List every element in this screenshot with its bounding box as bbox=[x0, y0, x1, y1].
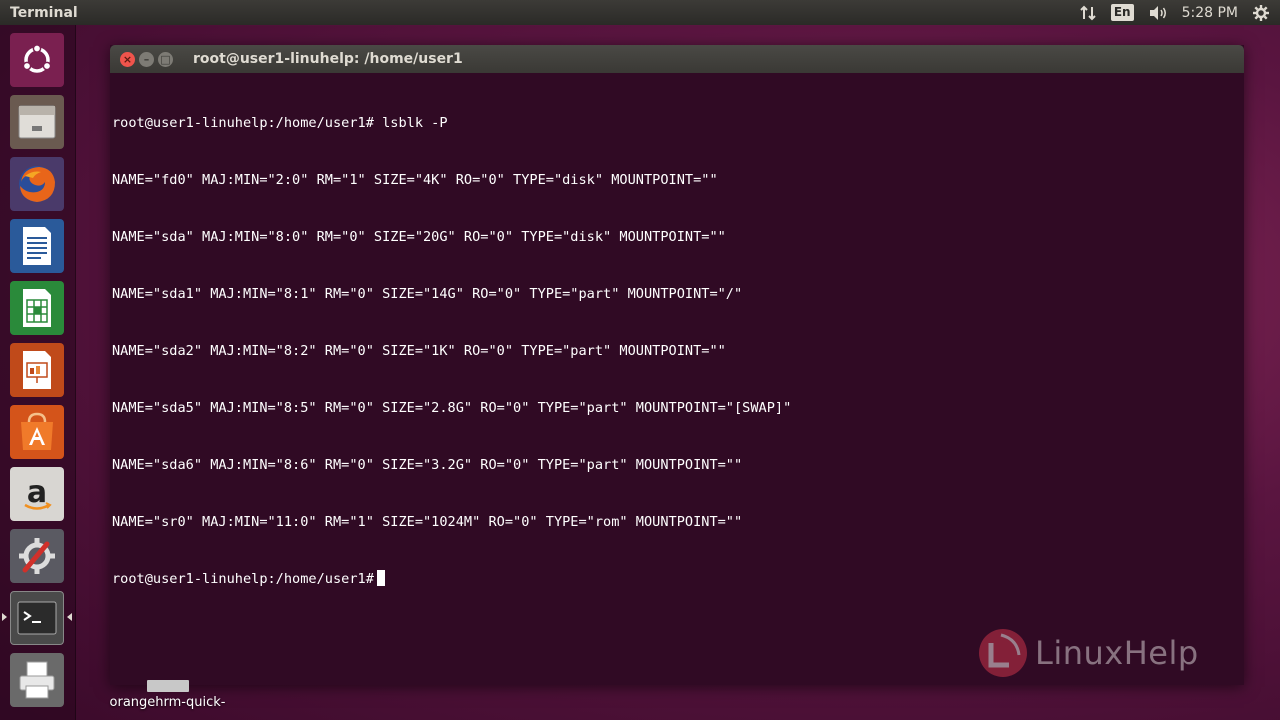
libreoffice-writer-icon bbox=[23, 227, 51, 265]
libreoffice-impress-icon bbox=[23, 351, 51, 389]
ubuntu-dash-button[interactable] bbox=[10, 33, 64, 87]
libreoffice-calc-icon bbox=[23, 289, 51, 327]
printer-icon bbox=[19, 661, 55, 699]
printer-button[interactable] bbox=[10, 653, 64, 707]
terminal-output[interactable]: root@user1-linuhelp:/home/user1# lsblk -… bbox=[110, 73, 1244, 627]
ubuntu-dash-icon bbox=[22, 44, 52, 73]
terminal-prompt-line[interactable]: root@user1-linuhelp:/home/user1# bbox=[112, 570, 1244, 589]
close-icon[interactable]: × bbox=[120, 51, 135, 67]
software-center-icon bbox=[21, 412, 53, 450]
network-transfer-icon[interactable] bbox=[1079, 5, 1097, 21]
terminal-button[interactable] bbox=[10, 591, 64, 645]
writer-button[interactable] bbox=[10, 219, 64, 273]
software-center-button[interactable] bbox=[10, 405, 64, 459]
terminal-icon bbox=[17, 601, 57, 635]
terminal-line: NAME="sr0" MAJ:MIN="11:0" RM="1" SIZE="1… bbox=[112, 514, 743, 530]
terminal-line: NAME="sda1" MAJ:MIN="8:1" RM="0" SIZE="1… bbox=[112, 286, 743, 302]
session-gear-icon[interactable] bbox=[1252, 4, 1270, 22]
keyboard-language-indicator[interactable]: En bbox=[1110, 4, 1134, 21]
linuxhelp-logo-icon bbox=[979, 629, 1027, 677]
launcher: a bbox=[0, 25, 76, 720]
svg-text:a: a bbox=[27, 475, 47, 510]
firefox-button[interactable] bbox=[10, 157, 64, 211]
file-icon bbox=[146, 680, 189, 692]
calc-button[interactable] bbox=[10, 281, 64, 335]
terminal-line: NAME="sda2" MAJ:MIN="8:2" RM="0" SIZE="1… bbox=[112, 343, 726, 359]
terminal-line: NAME="sda" MAJ:MIN="8:0" RM="0" SIZE="20… bbox=[112, 229, 726, 245]
files-icon bbox=[18, 105, 56, 139]
running-indicator bbox=[2, 613, 7, 621]
system-settings-icon bbox=[19, 538, 55, 574]
watermark: LinuxHelp bbox=[975, 625, 1199, 681]
terminal-titlebar[interactable]: × – □ root@user1-linuhelp: /home/user1 bbox=[110, 45, 1244, 73]
terminal-title: root@user1-linuhelp: /home/user1 bbox=[193, 51, 463, 67]
terminal-line: NAME="sda5" MAJ:MIN="8:5" RM="0" SIZE="2… bbox=[112, 400, 792, 416]
terminal-line: NAME="fd0" MAJ:MIN="2:0" RM="1" SIZE="4K… bbox=[112, 172, 718, 188]
terminal-line: root@user1-linuhelp:/home/user1# lsblk -… bbox=[112, 115, 448, 131]
terminal-line: NAME="sda6" MAJ:MIN="8:6" RM="0" SIZE="3… bbox=[112, 457, 743, 473]
impress-button[interactable] bbox=[10, 343, 64, 397]
indicator-area: En 5:28 PM bbox=[1079, 4, 1270, 22]
desktop-file-label: orangehrm-quick- bbox=[109, 695, 226, 710]
files-button[interactable] bbox=[10, 95, 64, 149]
firefox-icon bbox=[19, 166, 55, 202]
maximize-icon[interactable]: □ bbox=[158, 51, 173, 67]
amazon-icon: a bbox=[24, 475, 52, 510]
top-panel: Terminal En 5:28 PM bbox=[0, 0, 1280, 25]
terminal-window[interactable]: × – □ root@user1-linuhelp: /home/user1 r… bbox=[110, 45, 1244, 685]
amazon-button[interactable]: a bbox=[10, 467, 64, 521]
terminal-prompt: root@user1-linuhelp:/home/user1# bbox=[112, 571, 374, 587]
volume-icon[interactable] bbox=[1148, 5, 1168, 21]
app-title: Terminal bbox=[10, 4, 78, 21]
watermark-text: LinuxHelp bbox=[1035, 634, 1199, 672]
minimize-icon[interactable]: – bbox=[139, 51, 154, 67]
desktop-file[interactable]: orangehrm-quick- bbox=[100, 680, 235, 710]
system-settings-button[interactable] bbox=[10, 529, 64, 583]
clock[interactable]: 5:28 PM bbox=[1182, 5, 1238, 21]
focused-indicator bbox=[67, 613, 72, 621]
terminal-cursor bbox=[376, 570, 385, 586]
